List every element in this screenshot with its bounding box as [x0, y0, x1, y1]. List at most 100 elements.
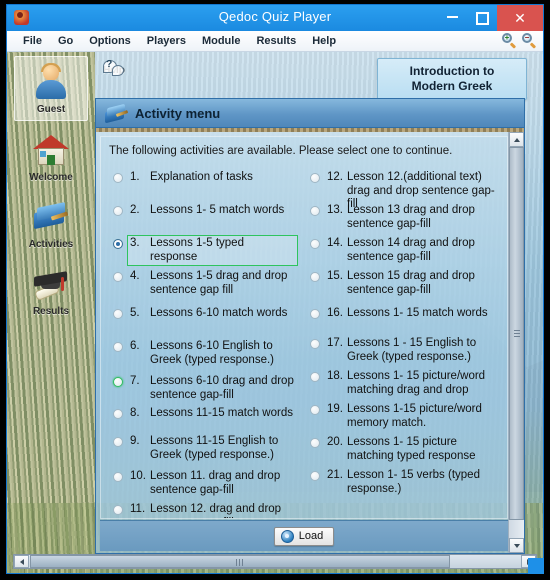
activity-radio[interactable]	[310, 372, 320, 382]
sidebar: Guest Welcome Activities Results	[13, 52, 89, 573]
activity-option-21[interactable]: 21. Lesson 1- 15 verbs (typed response.)	[310, 469, 497, 496]
menu-results[interactable]: Results	[248, 34, 304, 48]
menu-go[interactable]: Go	[50, 34, 81, 48]
activity-radio[interactable]	[310, 206, 320, 216]
activity-label: Lesson 13 drag and drop sentence gap-fil…	[347, 204, 475, 230]
activity-option-7[interactable]: 7. Lessons 6-10 drag and drop sentence ga…	[113, 375, 298, 402]
activity-radio[interactable]	[310, 438, 320, 448]
menu-module[interactable]: Module	[194, 34, 249, 48]
activity-label: Lesson 15 drag and drop sentence gap-fil…	[347, 270, 475, 296]
activity-number: 4.	[130, 270, 140, 282]
activity-number: 21.	[327, 469, 343, 481]
activity-radio[interactable]	[310, 239, 320, 249]
activity-option-15[interactable]: 15. Lesson 15 drag and drop sentence gap-…	[310, 270, 497, 297]
activity-radio[interactable]	[113, 239, 123, 249]
activity-option-13[interactable]: 13. Lesson 13 drag and drop sentence gap-…	[310, 204, 497, 231]
application-window: Qedoc Quiz Player ✕ File Go Options Play…	[6, 4, 544, 574]
vertical-scroll-thumb[interactable]	[509, 147, 524, 520]
activity-column-right: 12. Lesson 12.(additional text) drag and …	[304, 167, 503, 518]
scroll-up-icon	[513, 137, 520, 142]
activity-option-17[interactable]: 17. Lessons 1 - 15 English to Greek (type…	[310, 337, 497, 364]
activity-menu-panel: Activity menu The following activities a…	[95, 98, 525, 554]
main-content-area: Guest Welcome Activities Results ? Intro…	[7, 52, 543, 573]
zoom-out-icon[interactable]: −	[522, 33, 537, 49]
panel-vertical-scrollbar[interactable]	[508, 132, 524, 553]
activity-number: 14.	[327, 237, 343, 249]
sidebar-item-results[interactable]: Results	[15, 259, 87, 322]
instruction-text: The following activities are available. …	[109, 145, 453, 157]
menu-players[interactable]: Players	[139, 34, 194, 48]
sidebar-item-activities[interactable]: Activities	[15, 192, 87, 255]
zoom-in-icon[interactable]: +	[502, 33, 517, 49]
maximize-button[interactable]	[467, 5, 497, 31]
menu-bar: File Go Options Players Module Results H…	[7, 31, 543, 52]
activity-option-10[interactable]: 10. Lesson 11. drag and drop sentence gap…	[113, 470, 298, 497]
activity-option-14[interactable]: 14. Lesson 14 drag and drop sentence gap-…	[310, 237, 497, 264]
activity-option-9[interactable]: 9. Lessons 11-15 English to Greek (typed …	[113, 435, 298, 462]
activity-label-box: 5. Lessons 6-10 match words	[130, 307, 287, 321]
activity-radio[interactable]	[310, 339, 320, 349]
activity-radio[interactable]	[113, 309, 123, 319]
window-horizontal-scrollbar[interactable]	[13, 554, 537, 569]
activity-radio[interactable]	[113, 377, 123, 387]
sidebar-item-guest[interactable]: Guest	[14, 56, 88, 121]
activity-radio[interactable]	[310, 173, 320, 183]
activity-radio[interactable]	[310, 471, 320, 481]
activity-radio[interactable]	[113, 173, 123, 183]
activity-label: Lessons 1-15 picture/word memory match.	[347, 403, 482, 429]
activity-number: 17.	[327, 337, 343, 349]
scroll-up-button[interactable]	[509, 132, 524, 147]
activity-option-19[interactable]: 19. Lessons 1-15 picture/word memory matc…	[310, 403, 497, 430]
help-button[interactable]: ? Help	[97, 59, 131, 78]
activity-radio[interactable]	[113, 409, 123, 419]
activity-option-8[interactable]: 8. Lessons 11-15 match words	[113, 407, 298, 421]
menu-help[interactable]: Help	[304, 34, 344, 48]
sidebar-item-welcome[interactable]: Welcome	[15, 125, 87, 188]
panel-header: Activity menu	[96, 99, 524, 128]
close-button[interactable]: ✕	[497, 5, 543, 31]
activity-option-1[interactable]: 1. Explanation of tasks	[113, 171, 298, 185]
activity-number: 11.	[130, 503, 146, 515]
activity-option-3[interactable]: 3. Lessons 1-5 typed response	[113, 235, 298, 266]
load-button[interactable]: Load	[273, 526, 335, 546]
activity-radio[interactable]	[113, 342, 123, 352]
activity-option-2[interactable]: 2. Lessons 1- 5 match words	[113, 204, 298, 218]
activity-option-20[interactable]: 20. Lessons 1- 15 picture matching typed …	[310, 436, 497, 463]
activity-radio[interactable]	[113, 505, 123, 515]
load-button-label: Load	[298, 530, 324, 542]
scroll-thumb-grip	[514, 329, 520, 338]
activity-label-box: 17. Lessons 1 - 15 English to Greek (type…	[327, 337, 497, 364]
activity-label-box: 2. Lessons 1- 5 match words	[130, 204, 284, 218]
activity-label: Explanation of tasks	[150, 171, 253, 183]
activity-radio[interactable]	[310, 272, 320, 282]
sidebar-item-label: Guest	[36, 104, 66, 115]
activity-radio[interactable]	[113, 437, 123, 447]
minimize-button[interactable]	[437, 5, 467, 31]
menu-file[interactable]: File	[15, 34, 50, 48]
activity-label-box: 19. Lessons 1-15 picture/word memory matc…	[327, 403, 497, 430]
activity-option-4[interactable]: 4. Lessons 1-5 drag and drop sentence gap…	[113, 270, 298, 297]
activity-option-16[interactable]: 16. Lessons 1- 15 match words	[310, 307, 497, 321]
activity-radio[interactable]	[310, 405, 320, 415]
scroll-down-button[interactable]	[509, 538, 524, 553]
activity-number: 8.	[130, 407, 140, 419]
sidebar-item-label: Activities	[28, 239, 74, 250]
load-disc-icon	[280, 529, 294, 543]
activity-label: Lessons 1-5 drag and drop sentence gap f…	[150, 270, 288, 296]
scroll-left-button[interactable]	[14, 555, 29, 568]
activity-label: Lessons 6-10 English to Greek (typed res…	[150, 340, 275, 366]
house-icon	[31, 131, 71, 169]
activity-number: 9.	[130, 435, 140, 447]
activity-radio[interactable]	[113, 472, 123, 482]
activity-radio[interactable]	[113, 272, 123, 282]
scrollbar-corner	[528, 558, 544, 574]
activity-option-6[interactable]: 6. Lessons 6-10 English to Greek (typed r…	[113, 340, 298, 367]
activity-option-18[interactable]: 18. Lessons 1- 15 picture/word matching d…	[310, 370, 497, 397]
activity-option-5[interactable]: 5. Lessons 6-10 match words	[113, 307, 298, 321]
menu-options[interactable]: Options	[81, 34, 139, 48]
horizontal-scroll-thumb[interactable]	[30, 555, 450, 568]
module-title-line1: Introduction to	[409, 64, 495, 78]
activity-option-11[interactable]: 11. Lesson 12. drag and drop sentence gap…	[113, 503, 298, 518]
activity-radio[interactable]	[310, 309, 320, 319]
activity-radio[interactable]	[113, 206, 123, 216]
